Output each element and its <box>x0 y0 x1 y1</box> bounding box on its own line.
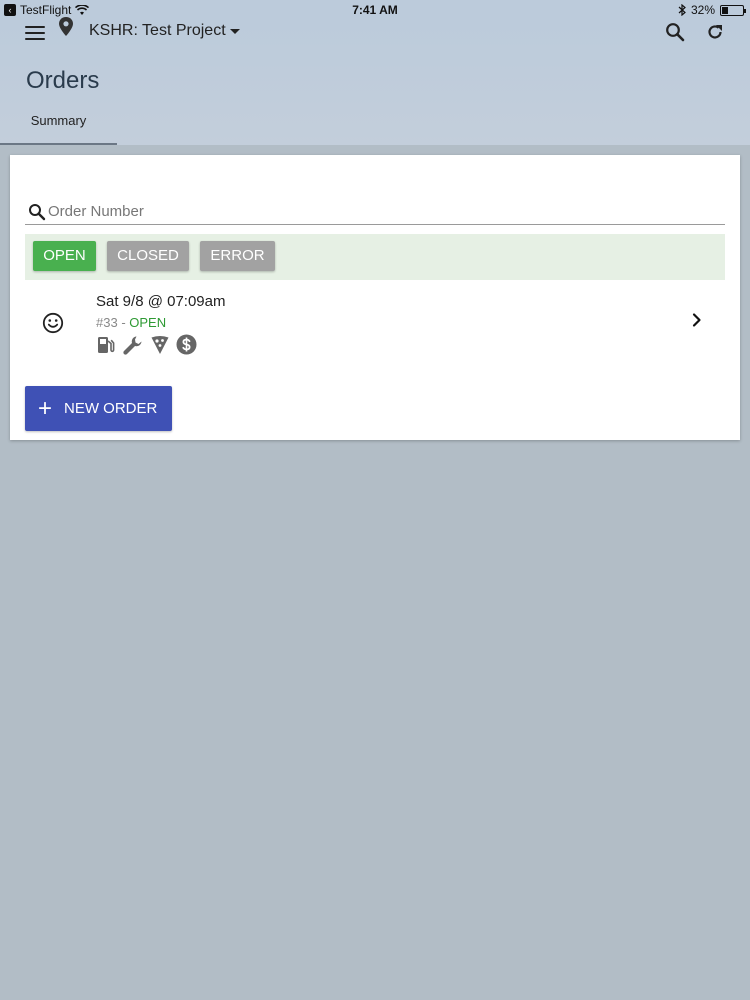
dollar-icon <box>176 334 197 355</box>
tab-summary[interactable]: Summary <box>0 104 117 145</box>
filter-open-button[interactable]: OPEN <box>33 241 96 271</box>
status-filter-bar: OPEN CLOSED ERROR <box>25 234 725 280</box>
smiley-icon <box>42 312 64 334</box>
caret-down-icon <box>229 28 240 34</box>
order-date: Sat 9/8 @ 07:09am <box>96 293 226 310</box>
orders-card: OPEN CLOSED ERROR Sat 9/8 @ 07:09am #33 … <box>10 155 740 440</box>
page-title: Orders <box>26 67 100 94</box>
order-service-icons <box>96 334 197 355</box>
pizza-icon <box>151 335 169 354</box>
status-right: 32% <box>678 3 746 17</box>
order-number-input[interactable] <box>48 200 718 222</box>
filter-error-button[interactable]: ERROR <box>200 241 275 271</box>
hamburger-menu-icon[interactable] <box>25 26 45 40</box>
app-header: KSHR: Test Project Orders Summary <box>0 17 750 145</box>
plus-icon: + <box>38 394 53 422</box>
battery-icon <box>720 4 746 16</box>
status-bar: ‹ TestFlight 7:41 AM 32% <box>0 0 750 20</box>
order-number: #33 <box>96 315 118 330</box>
order-separator: - <box>117 315 130 330</box>
refresh-icon[interactable] <box>705 22 725 42</box>
wrench-icon <box>123 336 142 355</box>
bluetooth-icon <box>678 4 686 16</box>
location-pin-icon <box>59 17 73 36</box>
order-meta: #33 - OPEN <box>96 315 166 330</box>
battery-percent: 32% <box>690 3 715 17</box>
new-order-label: NEW ORDER <box>64 400 158 417</box>
filter-closed-button[interactable]: CLOSED <box>107 241 189 271</box>
search-field <box>25 200 725 225</box>
status-time: 7:41 AM <box>352 3 398 17</box>
project-name: KSHR: Test Project <box>89 22 226 39</box>
search-icon[interactable] <box>665 22 685 42</box>
search-field-icon <box>29 204 46 221</box>
chevron-right-icon[interactable] <box>691 312 703 328</box>
order-status: OPEN <box>129 315 167 330</box>
project-selector[interactable]: KSHR: Test Project <box>89 22 240 40</box>
new-order-button[interactable]: + NEW ORDER <box>25 386 172 431</box>
fuel-icon <box>98 336 115 353</box>
battery-level <box>722 6 728 14</box>
order-list-item[interactable]: Sat 9/8 @ 07:09am #33 - OPEN <box>25 288 725 356</box>
